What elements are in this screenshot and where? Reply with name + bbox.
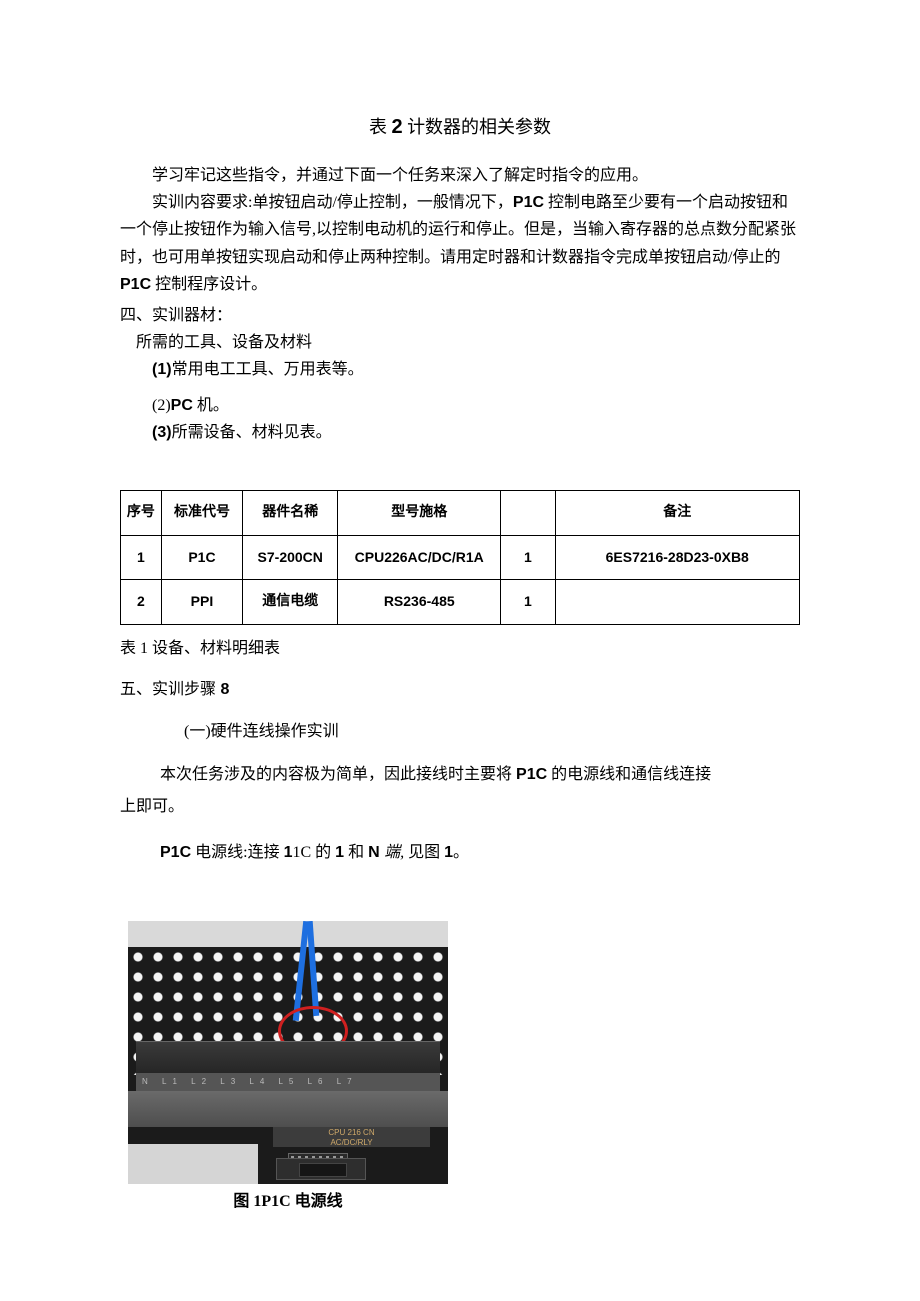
item-1-text: 常用电工工具、万用表等。: [172, 361, 364, 378]
section-4-line-1: 所需的工具、设备及材料: [136, 329, 800, 356]
fig-caption-num: 1P1C: [253, 1193, 290, 1210]
fig-caption-b: 电源线: [291, 1193, 343, 1210]
cell-idx: 1: [121, 535, 162, 580]
th-name: 器件名稀: [243, 490, 338, 535]
paragraph-intro-1: 学习牢记这些指令，并通过下面一个任务来深入了解定时指令的应用。: [120, 162, 800, 189]
cell-remark: [555, 580, 799, 625]
section-4-heading: 四、实训器材：: [120, 302, 800, 329]
comm-port-icon: [276, 1158, 366, 1180]
para2-plc-1: P1C: [513, 194, 544, 211]
section-4-item-3: (3)所需设备、材料见表。: [152, 419, 800, 446]
body1-plc: P1C: [516, 766, 547, 783]
sec5-head-num: 8: [216, 681, 229, 698]
body1-b: 的电源线和通信线连接: [547, 766, 711, 783]
cell-code: P1C: [161, 535, 242, 580]
body2-plc: P1C: [160, 844, 191, 861]
cell-qty: 1: [501, 535, 555, 580]
item-3-text: 所需设备、材料见表。: [172, 424, 332, 441]
fig-caption-a: 图: [233, 1193, 253, 1210]
section-5-heading: 五、实训步骤 8: [120, 676, 800, 703]
table-row: 1 P1C S7-200CN CPU226AC/DC/R1A 1 6ES7216…: [121, 535, 800, 580]
cpu-label: CPU 216 CN AC/DC/RLY: [273, 1127, 430, 1147]
terminal-label-strip: [136, 1073, 440, 1091]
figure-1-image: CPU 216 CN AC/DC/RLY: [128, 921, 448, 1184]
body1-a: 本次任务涉及的内容极为简单，因此接线时主要将: [160, 766, 516, 783]
body2-fig: 1: [444, 844, 453, 861]
cpu-label-line2: AC/DC/RLY: [330, 1138, 372, 1147]
cell-model: RS236-485: [338, 580, 501, 625]
cell-idx: 2: [121, 580, 162, 625]
item-2-text: 机。: [193, 397, 229, 414]
title-number: 2: [391, 116, 402, 138]
table-caption-bold: 表 1: [120, 640, 148, 657]
body2-one: 1: [335, 844, 344, 861]
th-remark: 备注: [555, 490, 799, 535]
body2-a: 电源线:连接: [191, 844, 283, 861]
table-row: 2 PPI 通信电缆 RS236-485 1: [121, 580, 800, 625]
table-1-caption: 表 1 设备、材料明细表: [120, 635, 800, 662]
table-header-row: 序号 标准代号 器件名稀 型号施格 备注: [121, 490, 800, 535]
body2-n: N: [368, 844, 384, 861]
equipment-table: 序号 标准代号 器件名稀 型号施格 备注 1 P1C S7-200CN CPU2…: [120, 490, 800, 625]
body-line-1b: 上即可。: [120, 791, 800, 823]
item-3-num: (3): [152, 424, 172, 441]
body2-and: 和: [344, 844, 368, 861]
para2-plc-2: P1C: [120, 276, 151, 293]
paragraph-intro-2: 实训内容要求:单按钮启动/停止控制，一般情况下，P1C 控制电路至少要有一个启动…: [120, 189, 800, 298]
th-qty: [501, 490, 555, 535]
title-suffix: 计数器的相关参数: [403, 117, 552, 137]
th-code: 标准代号: [161, 490, 242, 535]
table-caption-rest: 设备、材料明细表: [148, 640, 280, 657]
para2-a: 实训内容要求:单按钮启动/停止控制，一般情况下，: [152, 194, 513, 211]
figure-1-image-wrap: CPU 216 CN AC/DC/RLY: [128, 921, 800, 1184]
body2-c: 的: [311, 844, 335, 861]
plc-body-band: [128, 1091, 448, 1127]
body2-b: 1C: [292, 844, 311, 861]
body2-end-italic: 端,: [384, 844, 404, 861]
section-4-item-1: (1)常用电工工具、万用表等。: [152, 356, 800, 383]
section-4-item-2: (2)PC 机。: [152, 392, 800, 419]
item-2-en: PC: [171, 397, 193, 414]
body2-end: 见图: [404, 844, 444, 861]
sec5-head-a: 五、实训步骤: [120, 681, 216, 698]
cell-model: CPU226AC/DC/R1A: [338, 535, 501, 580]
item-1-num: (1): [152, 361, 172, 378]
th-index: 序号: [121, 490, 162, 535]
body-line-1: 本次任务涉及的内容极为简单，因此接线时主要将 P1C 的电源线和通信线连接: [120, 759, 800, 791]
cell-qty: 1: [501, 580, 555, 625]
body-line-2: P1C 电源线:连接 11C 的 1 和 N 端, 见图 1。: [120, 837, 800, 869]
section-5-sub-1: (一)硬件连线操作实训: [184, 718, 800, 745]
terminal-strip: [136, 1041, 440, 1073]
body2-period: 。: [453, 844, 469, 861]
th-model: 型号施格: [338, 490, 501, 535]
cell-remark: 6ES7216-28D23-0XB8: [555, 535, 799, 580]
cell-name: S7-200CN: [243, 535, 338, 580]
cell-code: PPI: [161, 580, 242, 625]
photo-top-strip: [128, 921, 448, 947]
photo-bottom-strip: [128, 1144, 258, 1184]
para2-c: 控制程序设计。: [151, 276, 267, 293]
cpu-label-line1: CPU 216 CN: [328, 1128, 374, 1137]
title-prefix: 表: [369, 117, 392, 137]
cell-name: 通信电缆: [243, 580, 338, 625]
page-title: 表 2 计数器的相关参数: [120, 110, 800, 144]
item-2-num: (2): [152, 397, 171, 414]
figure-1-caption: 图 1P1C 电源线: [128, 1188, 448, 1215]
